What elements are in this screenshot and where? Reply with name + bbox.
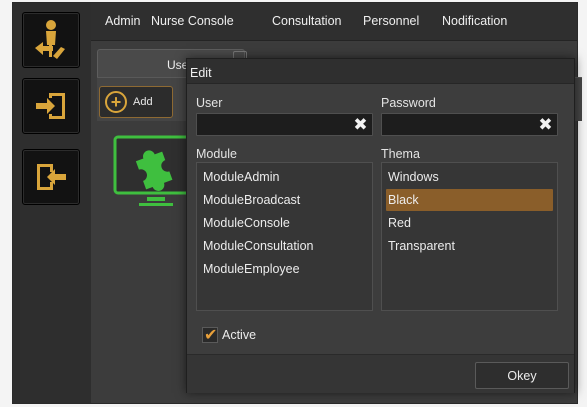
dialog-title-bar[interactable]: Edit (187, 59, 574, 84)
active-label: Active (222, 328, 257, 342)
plus-circle-icon: + (105, 91, 127, 113)
dialog-title: Edit (190, 66, 212, 80)
edit-dialog: Edit User ✖ Password ✖ Module ModuleAdmi… (186, 58, 575, 393)
user-label: User (196, 96, 223, 110)
list-item-module-admin[interactable]: ModuleAdmin (201, 166, 368, 188)
menu-bar: Admin Nurse Console Consultation Personn… (91, 3, 577, 41)
list-item-module-consultation[interactable]: ModuleConsultation (201, 235, 368, 257)
user-field[interactable]: ✖ (196, 113, 373, 136)
menu-item-admin[interactable]: Admin (105, 14, 140, 28)
active-checkbox[interactable]: ✔ (202, 327, 218, 344)
list-item-module-employee[interactable]: ModuleEmployee (201, 258, 368, 280)
menu-item-personnel[interactable]: Personnel (363, 14, 419, 28)
clear-user-icon[interactable]: ✖ (352, 114, 369, 135)
list-item-theme-black[interactable]: Black (386, 189, 553, 211)
password-field[interactable]: ✖ (381, 113, 558, 136)
menu-item-nodification[interactable]: Nodification (442, 14, 507, 28)
sidebar (13, 3, 91, 403)
password-label: Password (381, 96, 436, 110)
sidebar-button-admin[interactable] (22, 12, 80, 68)
theme-label: Thema (381, 147, 420, 161)
logout-icon (33, 161, 69, 193)
app-window: Admin Nurse Console Consultation Personn… (12, 2, 582, 404)
login-icon (33, 90, 69, 122)
module-list[interactable]: ModuleAdmin ModuleBroadcast ModuleConsol… (196, 162, 373, 311)
module-label: Module (196, 147, 237, 161)
list-item-theme-windows[interactable]: Windows (386, 166, 553, 188)
sidebar-button-logout[interactable] (22, 149, 80, 205)
clear-password-icon[interactable]: ✖ (537, 114, 554, 135)
checkmark-icon: ✔ (204, 327, 218, 344)
list-item-theme-transparent[interactable]: Transparent (386, 235, 553, 257)
menu-item-nurse-console[interactable]: Nurse Console (151, 14, 234, 28)
menu-item-consultation[interactable]: Consultation (272, 14, 342, 28)
dialog-footer: Okey (187, 354, 574, 393)
list-item-module-console[interactable]: ModuleConsole (201, 212, 368, 234)
list-item-module-broadcast[interactable]: ModuleBroadcast (201, 189, 368, 211)
list-item-theme-red[interactable]: Red (386, 212, 553, 234)
theme-list[interactable]: Windows Black Red Transparent (381, 162, 558, 311)
okey-button[interactable]: Okey (475, 362, 569, 389)
user-admin-icon (31, 18, 71, 62)
add-button[interactable]: + Add (99, 86, 173, 118)
sidebar-button-login[interactable] (22, 78, 80, 134)
add-button-label: Add (133, 96, 153, 108)
